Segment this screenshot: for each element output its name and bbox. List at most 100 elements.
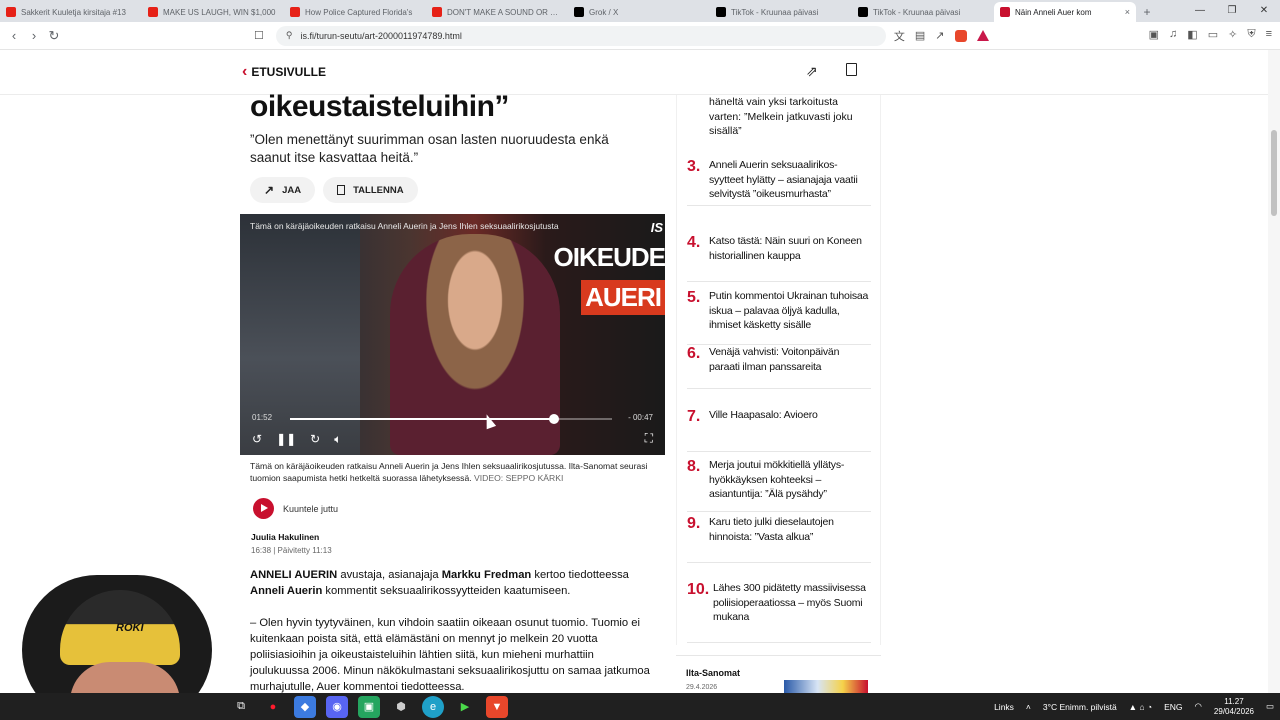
cap-logo: ROKI — [116, 622, 144, 634]
bookmark-page-icon[interactable]: ☐ — [254, 29, 264, 42]
browser-tab[interactable]: MAKE US LAUGH, WIN $1,000 — [142, 2, 284, 22]
leo-ai-icon[interactable]: ✧ — [1228, 28, 1237, 41]
task-view-icon[interactable]: ⧉ — [230, 696, 252, 718]
clock-time: 11.27 — [1224, 696, 1244, 706]
minimize-icon[interactable]: — — [1184, 0, 1216, 22]
tray-icons[interactable]: ▲ ⌂ ◔ — [1129, 702, 1152, 712]
most-read-item[interactable]: 6. Venäjä vahvisti: Voitonpäivän paraati … — [687, 337, 871, 389]
paper-name: Ilta-Sanomat — [686, 668, 741, 678]
media-icon[interactable]: ♫ — [1169, 28, 1177, 41]
video-frame-person — [390, 234, 560, 455]
site-info-icon[interactable]: ⚲ — [286, 30, 293, 41]
most-read-item[interactable]: 5. Putin kommentoi Ukrainan tuhoisaa isku… — [687, 281, 871, 345]
back-to-front-link[interactable]: ‹ ETUSIVULLE — [242, 64, 326, 80]
browser-tab[interactable]: Sakkerit Kuuletja kirsitaja #13 — [0, 2, 142, 22]
chevron-up-icon[interactable]: ˄ — [1026, 702, 1031, 712]
clock[interactable]: 11.27 29/04/2026 — [1214, 697, 1254, 717]
close-window-icon[interactable]: ✕ — [1248, 0, 1280, 22]
url-field[interactable]: ⚲ is.fi/turun-seutu/art-2000011974789.ht… — [275, 25, 886, 46]
translate-icon[interactable]: 文 — [894, 28, 905, 44]
play-icon — [253, 498, 274, 519]
maximize-icon[interactable]: ❐ — [1216, 0, 1248, 22]
brave-taskbar-icon[interactable]: ▼ — [486, 695, 508, 718]
browser-tab[interactable]: DON'T MAKE A SOUND OR YOU — [426, 2, 568, 22]
weather-widget[interactable]: 3°C Enimm. pilvistä — [1043, 702, 1117, 712]
browser-tab[interactable]: TikTok - Kruunaa päivasi — [710, 2, 852, 22]
split-view-icon[interactable]: ◧ — [1187, 28, 1197, 41]
links-toolbar[interactable]: Links — [994, 702, 1014, 712]
article-paragraph-1: ANNELI AUERIN avustaja, asianajaja Markk… — [250, 567, 650, 599]
browser-tab[interactable]: How Police Captured Florida's — [284, 2, 426, 22]
pause-icon[interactable]: ❚❚ — [276, 432, 296, 447]
save-button[interactable]: TALLENNA — [323, 177, 418, 203]
app-shield-icon[interactable]: ⬢ — [390, 696, 412, 718]
fullscreen-icon[interactable]: ⛶ — [645, 431, 653, 446]
scrollbar-thumb[interactable] — [1271, 130, 1277, 216]
most-read-item[interactable]: 8. Merja joutui mökkitiellä yllätys-hyökk… — [687, 450, 871, 512]
browser-address-bar: ‹ › ↻ ☐ ⚲ is.fi/turun-seutu/art-20000119… — [0, 22, 1280, 50]
wallet-icon[interactable]: ▭ — [1208, 28, 1218, 41]
wifi-icon[interactable]: ◠ — [1195, 701, 1202, 712]
discord-icon[interactable]: ◉ — [326, 695, 348, 718]
photos-icon[interactable]: ◆ — [294, 695, 316, 718]
reader-icon[interactable]: ▤ — [915, 29, 925, 42]
share-label: JAA — [282, 184, 302, 196]
share-icon[interactable]: ⇗ — [806, 63, 818, 80]
rank-headline: Katso tästä: Näin suuri on Koneen histor… — [709, 235, 862, 262]
language-indicator[interactable]: ENG — [1164, 702, 1182, 712]
body-text-1: avustaja, asianajaja — [337, 569, 442, 581]
video-time-remaining: - 00:47 — [628, 413, 653, 422]
share-page-icon[interactable]: ↗ — [935, 29, 944, 42]
article-paragraph-2: – Olen hyvin tyytyväinen, kun vihdoin sa… — [250, 617, 650, 693]
tab-title: DON'T MAKE A SOUND OR YOU — [447, 7, 562, 17]
share-button[interactable]: ↗ JAA — [250, 177, 316, 203]
volume-icon[interactable]: 🔈︎ — [334, 432, 341, 447]
edge-icon[interactable]: e — [422, 695, 444, 718]
most-read-item-partial[interactable]: häneltä vain yksi tarkoitusta varten: ”M… — [709, 95, 869, 139]
new-tab-button[interactable]: + — [1136, 2, 1158, 22]
video-progress-bar[interactable] — [290, 414, 612, 424]
tab-title: TikTok - Kruunaa päivasi — [731, 7, 819, 17]
browser-tab[interactable]: Grok / X — [568, 2, 710, 22]
most-read-item[interactable]: 10. Lähes 300 pidätetty massiivisessa pol… — [687, 573, 871, 643]
reload-icon[interactable]: ↻ — [44, 28, 64, 44]
listen-article-button[interactable]: Kuuntele juttu — [253, 498, 338, 519]
rewind-10-icon[interactable]: ↺ — [252, 432, 262, 447]
most-read-item[interactable]: 3. Anneli Auerin seksuaalirikos-syytteet … — [687, 150, 871, 206]
most-read-item[interactable]: 4. Katso tästä: Näin suuri on Koneen hist… — [687, 226, 871, 282]
bookmark-icon[interactable] — [846, 63, 857, 76]
body-bold-2: Markku Fredman — [441, 569, 532, 581]
rank-number: 7. — [687, 408, 701, 425]
page-scrollbar[interactable] — [1268, 50, 1280, 693]
app-green-icon[interactable]: ▣ — [358, 695, 380, 718]
tab-close-icon[interactable]: × — [1125, 7, 1130, 17]
browser-tab[interactable]: Näin Anneli Auer kom × — [994, 2, 1136, 22]
digilehti-box[interactable]: Ilta-Sanomat 29.4.2026 — [676, 655, 881, 696]
most-read-item[interactable]: 9. Karu tieto julki dieselautojen hinnois… — [687, 507, 871, 563]
video-scrubber-handle[interactable] — [549, 414, 560, 424]
forward-10-icon[interactable]: ↻ — [310, 432, 320, 447]
rank-number: 8. — [687, 458, 701, 475]
brave-shields-icon[interactable] — [954, 29, 967, 42]
browser-tab[interactable]: TikTok - Kruunaa päivasi — [852, 2, 994, 22]
sidebar-icon[interactable]: ▣ — [1149, 28, 1159, 41]
video-caption: Tämä on käräjäoikeuden ratkaisu Anneli A… — [250, 460, 650, 484]
forward-arrow-icon[interactable]: › — [24, 28, 44, 43]
back-arrow-icon[interactable]: ‹ — [4, 28, 24, 43]
notifications-icon[interactable]: ▭ — [1266, 701, 1274, 712]
window-controls: — ❐ ✕ — [1184, 0, 1280, 22]
browser-tab-bar: Sakkerit Kuuletja kirsitaja #13 MAKE US L… — [0, 0, 1280, 22]
opera-icon[interactable]: ● — [262, 696, 284, 718]
rank-headline: Karu tieto julki dieselautojen hinnoista… — [709, 516, 834, 543]
article-headline: oikeustaisteluihin” — [250, 90, 509, 123]
tab-title: Näin Anneli Auer kom — [1015, 7, 1092, 17]
most-read-item[interactable]: 7. Ville Haapasalo: Avioero — [687, 400, 871, 452]
rank-number: 5. — [687, 289, 701, 306]
site-header: ‹ ETUSIVULLE ⇗ — [0, 50, 1268, 95]
brave-rewards-icon[interactable] — [976, 30, 989, 41]
author-name[interactable]: Juulia Hakulinen — [251, 532, 319, 542]
vpn-icon[interactable]: ⛨ — [1247, 28, 1255, 41]
video-player[interactable]: Tämä on käräjäoikeuden ratkaisu Anneli A… — [240, 214, 665, 455]
media-player-icon[interactable]: ▶ — [454, 696, 476, 718]
menu-icon[interactable]: ≡ — [1266, 28, 1272, 41]
